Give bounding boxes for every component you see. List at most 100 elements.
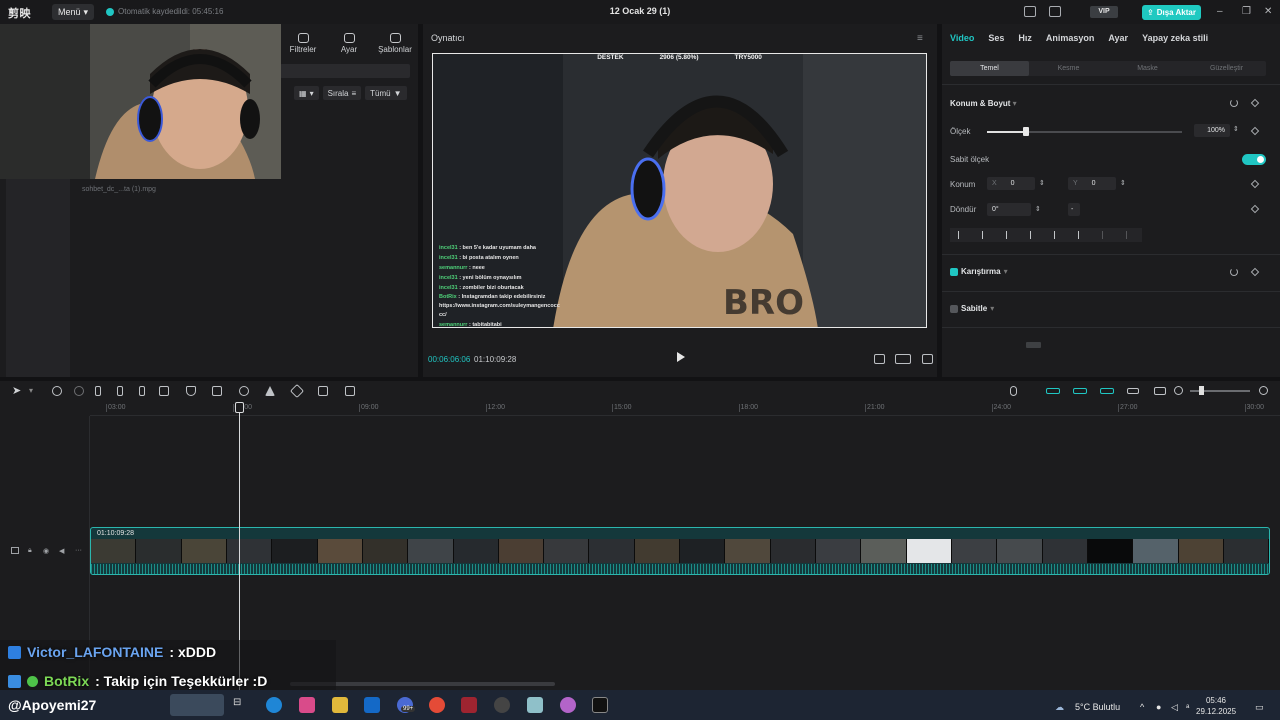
distribute-v-icon[interactable]	[1126, 231, 1134, 239]
stepper-icon[interactable]: ⇕	[1120, 179, 1126, 187]
speed-icon[interactable]	[239, 386, 249, 396]
split-right-icon[interactable]	[139, 386, 145, 396]
speaker-icon[interactable]: ◀	[59, 547, 64, 555]
align-top-icon[interactable]	[1030, 231, 1038, 239]
redo-icon[interactable]	[74, 386, 84, 396]
video-clip[interactable]: 01:10:09:28	[90, 527, 1270, 575]
minimize-icon[interactable]: –	[1217, 6, 1223, 17]
stepper-icon[interactable]: ⇕	[1233, 125, 1239, 133]
obs-studio-icon[interactable]	[461, 697, 477, 713]
export-button[interactable]: ⇪ Dışa Aktar	[1142, 5, 1201, 20]
pos-y-input[interactable]: Y0	[1068, 177, 1116, 190]
freeze-icon[interactable]	[212, 386, 222, 396]
file-explorer-icon[interactable]	[332, 697, 348, 713]
undo-icon[interactable]	[52, 386, 62, 396]
split-icon[interactable]	[95, 386, 101, 396]
blend-section-title[interactable]: Karıştırma ▾	[950, 267, 1008, 276]
menu-button[interactable]: Menü ▾	[52, 4, 95, 20]
video-preview[interactable]: BRO DESTEK 2906 (5.80%) TRY5000 incel31 …	[432, 53, 927, 328]
media-search-input[interactable]	[280, 64, 410, 78]
steam-icon[interactable]	[494, 697, 510, 713]
align-right-icon[interactable]	[1006, 231, 1014, 239]
maximize-icon[interactable]: ❐	[1242, 6, 1251, 17]
task-view-icon[interactable]: ⊟	[233, 697, 249, 713]
align-middle-icon[interactable]	[1054, 231, 1062, 239]
align-left-icon[interactable]	[958, 231, 966, 239]
scale-slider-handle[interactable]	[1023, 127, 1029, 136]
taskbar-clock[interactable]: 05:46 29.12.2025	[1196, 695, 1236, 717]
time-ruler[interactable]	[90, 402, 1280, 416]
chrome-icon[interactable]	[429, 697, 445, 713]
sort-button[interactable]: Sırala ≡	[322, 86, 362, 100]
taskbar-thumbnail[interactable]	[170, 694, 224, 716]
rotate-input[interactable]: 0°	[987, 203, 1031, 216]
stabilize-checkbox[interactable]	[950, 304, 958, 313]
magnet-icon[interactable]	[1073, 388, 1087, 394]
fullscreen-icon[interactable]	[922, 354, 933, 364]
mirror-icon[interactable]	[265, 386, 275, 396]
zoom-slider-handle[interactable]	[1199, 386, 1204, 395]
marker-icon[interactable]	[186, 386, 196, 396]
weather-text[interactable]: 5°C Bulutlu	[1075, 702, 1120, 712]
layout-icon[interactable]	[1049, 6, 1061, 17]
align-bottom-icon[interactable]	[1078, 231, 1086, 239]
tab-audio[interactable]: Ses	[988, 33, 1004, 43]
reset-icon[interactable]	[1230, 99, 1238, 107]
uniform-scale-toggle[interactable]	[1242, 154, 1266, 165]
split-left-icon[interactable]	[117, 386, 123, 396]
play-icon[interactable]	[677, 352, 685, 362]
monitor-icon[interactable]	[1024, 6, 1036, 17]
crop-resize-icon[interactable]	[345, 386, 355, 396]
align-center-icon[interactable]	[982, 231, 990, 239]
speaker-icon[interactable]: ◁	[1171, 702, 1178, 713]
subtab-beautify[interactable]: Güzelleştir	[1187, 61, 1266, 76]
tab-adjust[interactable]: Ayar	[1108, 33, 1128, 43]
zoom-in-icon[interactable]	[1259, 386, 1268, 395]
delete-icon[interactable]	[159, 386, 169, 396]
hamburger-icon[interactable]: ≡	[917, 33, 923, 44]
collapse-handle[interactable]	[1026, 342, 1041, 348]
close-icon[interactable]: ✕	[1264, 6, 1272, 17]
scale-input[interactable]: 100%	[1194, 124, 1230, 137]
notification-icon[interactable]: ▭	[1255, 702, 1264, 713]
tab-speed[interactable]: Hız	[1018, 33, 1032, 43]
tab-adjust[interactable]: Ayar	[326, 24, 372, 62]
cover-icon[interactable]	[11, 547, 19, 554]
notepad-icon[interactable]	[527, 697, 543, 713]
app-icon[interactable]	[560, 697, 576, 713]
caption-icon[interactable]	[1154, 387, 1166, 395]
tab-animation[interactable]: Animasyon	[1046, 33, 1095, 43]
pos-x-input[interactable]: X0	[987, 177, 1035, 190]
screenshot-icon[interactable]	[874, 354, 885, 364]
reset-icon[interactable]	[1230, 268, 1238, 276]
stabilize-section-title[interactable]: Sabitle ▾	[950, 304, 994, 313]
crop-icon[interactable]	[318, 386, 328, 396]
edge-icon[interactable]	[266, 697, 282, 713]
subtab-mask[interactable]: Maske	[1108, 61, 1187, 76]
vip-badge[interactable]: VIP	[1090, 6, 1118, 18]
distribute-h-icon[interactable]	[1102, 231, 1110, 239]
position-size-title[interactable]: Konum & Boyut ▾	[950, 99, 1017, 108]
chevron-down-icon[interactable]: ▾	[29, 386, 33, 395]
playhead-handle[interactable]	[235, 402, 244, 413]
capcut-icon[interactable]	[592, 697, 608, 713]
security-icon[interactable]: ●	[1156, 702, 1161, 712]
ratio-icon[interactable]	[895, 354, 911, 364]
copilot-icon[interactable]	[299, 697, 315, 713]
rotate-dial[interactable]: -	[1068, 203, 1080, 216]
lock-icon[interactable]: 🔒︎	[28, 547, 32, 555]
cursor-icon[interactable]: ➤	[12, 384, 21, 397]
filter-all-button[interactable]: Tümü ▼	[365, 86, 407, 100]
eye-icon[interactable]: ◉	[43, 547, 49, 555]
tab-ai-style[interactable]: Yapay zeka stili	[1142, 33, 1208, 43]
tab-templates[interactable]: Şablonlar	[372, 24, 418, 62]
more-icon[interactable]: ···	[75, 547, 82, 554]
link-main-track-icon[interactable]	[1046, 388, 1060, 394]
subtab-basic[interactable]: Temel	[950, 61, 1029, 76]
media-file-name[interactable]: sohbet_dc_...ta (1).mpg	[82, 186, 156, 193]
language-icon[interactable]: ᵃ	[1186, 702, 1189, 712]
linkage-icon[interactable]	[1100, 388, 1114, 394]
microphone-icon[interactable]	[1010, 386, 1017, 396]
chevron-up-icon[interactable]: ^	[1140, 702, 1144, 712]
stepper-icon[interactable]: ⇕	[1035, 205, 1041, 213]
